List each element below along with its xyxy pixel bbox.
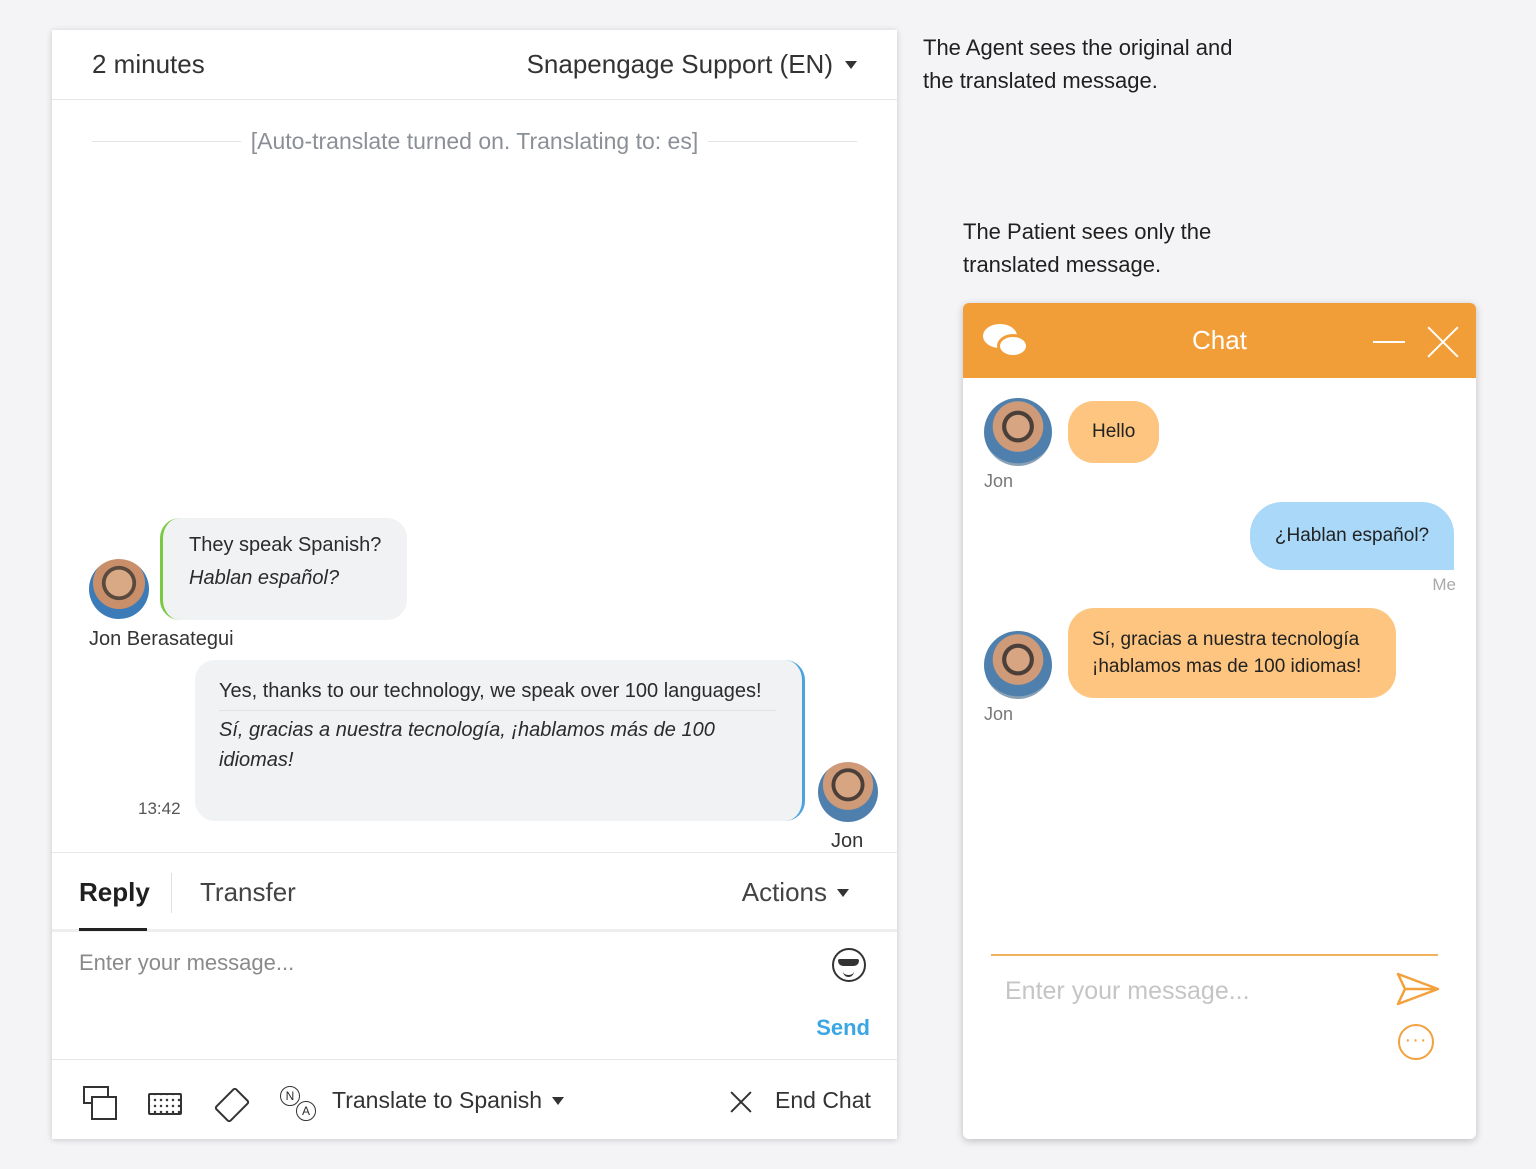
translate-glyph-target: A (296, 1101, 316, 1121)
sender-name: Me (1432, 575, 1456, 594)
tab-reply[interactable]: Reply (79, 877, 150, 908)
minimize-icon[interactable] (1373, 341, 1405, 343)
chat-duration: 2 minutes (92, 49, 205, 79)
sender-name: Jon (984, 471, 1014, 491)
queue-selector[interactable]: Snapengage Support (EN) (527, 49, 857, 80)
chevron-down-icon (552, 1096, 565, 1105)
message-input[interactable]: Enter your message... (1005, 977, 1250, 1006)
message-translated: Sí, gracias a nuestra tecnología, ¡habla… (219, 710, 776, 775)
translate-dropdown[interactable]: Translate to Spanish (332, 1087, 565, 1114)
avatar (818, 762, 878, 822)
my-message: ¿Hablan español? (1250, 502, 1454, 570)
message-input[interactable]: Enter your message... (79, 950, 294, 976)
close-icon[interactable] (729, 1090, 753, 1114)
avatar (984, 398, 1052, 466)
actions-label: Actions (741, 877, 827, 907)
visitor-message: They speak Spanish? Hablan español? (160, 518, 407, 620)
system-message: [Auto-translate turned on. Translating t… (92, 128, 858, 155)
send-button[interactable]: Send (816, 1015, 870, 1041)
sender-name: Jon (831, 830, 864, 852)
message-original: They speak Spanish? (189, 534, 382, 556)
send-icon[interactable] (1395, 971, 1441, 1007)
agent-chat-panel: 2 minutes Snapengage Support (EN) [Auto-… (52, 30, 897, 1139)
message-timestamp: 13:42 (138, 799, 181, 818)
patient-caption: The Patient sees only the translated mes… (963, 219, 1212, 277)
tag-icon[interactable] (215, 1086, 249, 1120)
agent-message: Hello (1068, 401, 1160, 463)
translate-glyph-source: N (280, 1086, 300, 1106)
active-tab-indicator (79, 928, 147, 931)
tab-transfer[interactable]: Transfer (200, 877, 296, 908)
reply-tabs: Reply Transfer Actions (52, 852, 897, 932)
system-message-text: [Auto-translate turned on. Translating t… (250, 128, 699, 154)
bottom-toolbar: N A Translate to Spanish End Chat (52, 1059, 897, 1139)
divider (708, 141, 858, 142)
emoji-icon[interactable] (832, 948, 866, 982)
divider (171, 873, 172, 913)
end-chat-button[interactable]: End Chat (775, 1087, 871, 1114)
more-options-icon[interactable]: ··· (1398, 1024, 1434, 1060)
message-original: Yes, thanks to our technology, we speak … (219, 680, 762, 702)
sender-name: Jon (984, 704, 1014, 724)
patient-chat-widget: Chat Hello Jon ¿Hablan español? Me Sí, g… (963, 303, 1476, 1139)
keyboard-icon[interactable] (148, 1093, 182, 1115)
agent-header: 2 minutes Snapengage Support (EN) (52, 30, 897, 100)
agent-message: Sí, gracias a nuestra tecnología ¡hablam… (1068, 608, 1396, 698)
avatar (89, 559, 149, 619)
message-translated: Hablan español? (189, 567, 340, 589)
widget-header: Chat (963, 303, 1476, 378)
sender-name: Jon Berasategui (89, 628, 234, 650)
agent-caption: The Agent sees the original and the tran… (923, 35, 1233, 93)
divider (92, 141, 241, 142)
translate-label: Translate to Spanish (332, 1087, 543, 1113)
chevron-down-icon (845, 60, 857, 69)
actions-menu[interactable]: Actions (742, 877, 849, 908)
queue-label: Snapengage Support (EN) (526, 49, 833, 79)
agent-message: Yes, thanks to our technology, we speak … (195, 660, 805, 821)
chevron-down-icon (837, 888, 849, 897)
screen-share-icon[interactable] (83, 1086, 117, 1120)
translate-icon[interactable]: N A (280, 1086, 320, 1122)
input-divider (991, 954, 1438, 956)
close-icon[interactable] (1426, 325, 1460, 359)
avatar (984, 631, 1052, 699)
